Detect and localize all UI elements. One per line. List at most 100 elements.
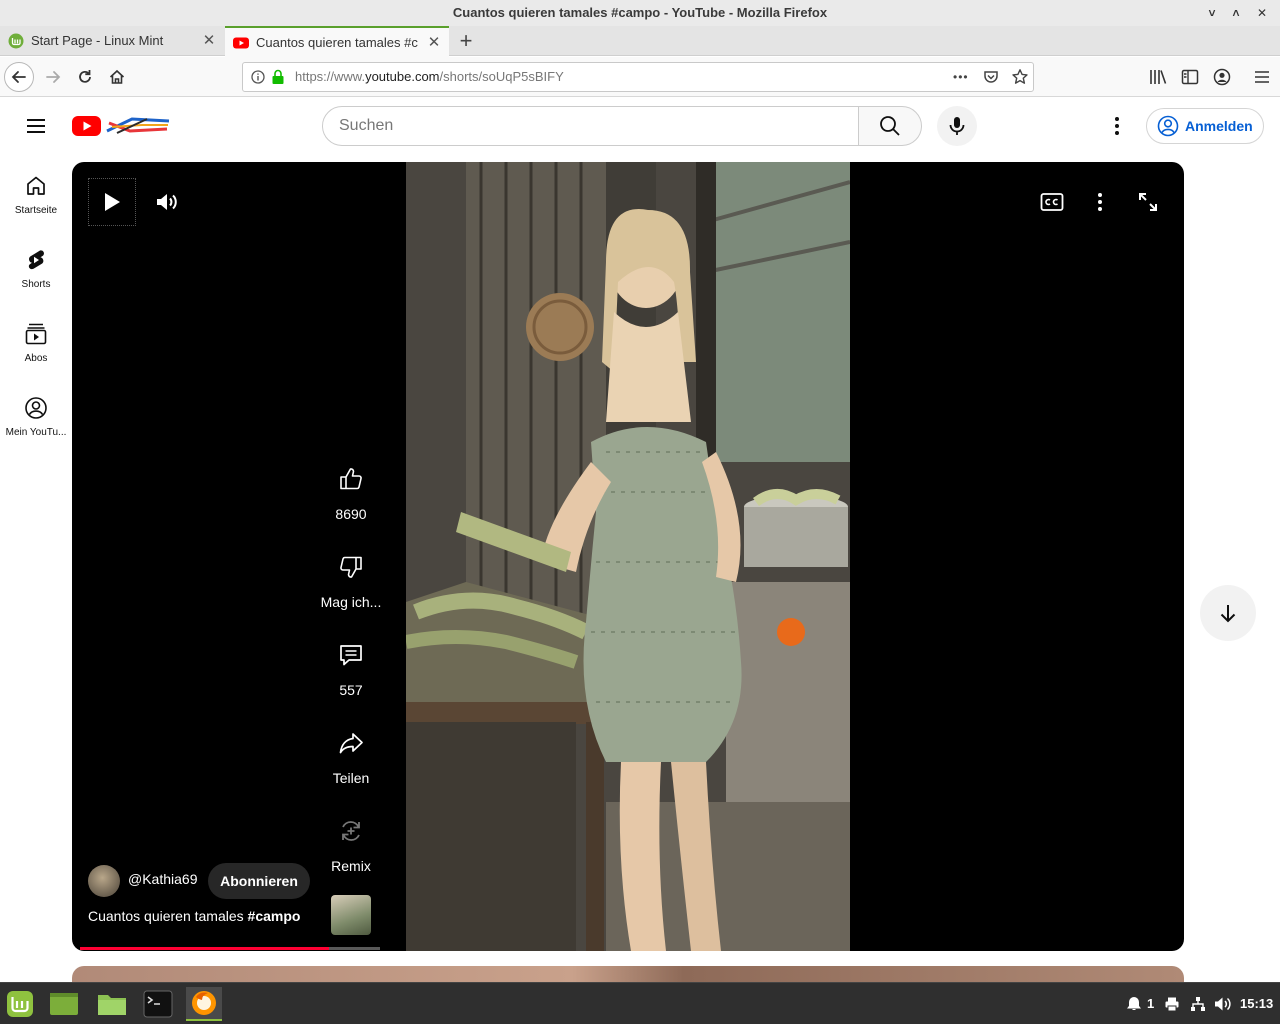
- sign-in-button[interactable]: Anmelden: [1146, 108, 1264, 144]
- share-label: Teilen: [332, 770, 370, 786]
- page-actions-icon[interactable]: •••: [953, 63, 969, 91]
- volume-icon: [157, 194, 177, 210]
- short-title[interactable]: Cuantos quieren tamales #campo: [88, 908, 300, 924]
- subscribe-button[interactable]: Abonnieren: [208, 863, 310, 899]
- show-desktop-button[interactable]: [46, 987, 82, 1021]
- home-icon: [27, 176, 45, 195]
- play-icon: [105, 193, 120, 211]
- fullscreen-button[interactable]: [1124, 178, 1172, 226]
- guide-item-you[interactable]: Mein YouTu...: [0, 396, 72, 470]
- printer-icon[interactable]: [1164, 996, 1180, 1012]
- thumbs-down-icon: [340, 556, 362, 578]
- remix-icon: [342, 821, 360, 841]
- pocket-icon[interactable]: [983, 69, 999, 85]
- library-button[interactable]: [1148, 67, 1168, 87]
- clock[interactable]: 15:13: [1240, 983, 1273, 1025]
- reload-button[interactable]: [70, 62, 100, 92]
- file-manager-button[interactable]: [94, 987, 130, 1021]
- hashtag-link[interactable]: #campo: [248, 908, 301, 924]
- firefox-icon: [192, 991, 216, 1015]
- network-icon[interactable]: [1190, 996, 1206, 1012]
- menu-button[interactable]: [1252, 67, 1272, 87]
- comment-count: 557: [339, 682, 363, 698]
- guide-menu-button[interactable]: [24, 114, 48, 138]
- progress-bar[interactable]: [80, 947, 380, 950]
- guide-item-subscriptions[interactable]: Abos: [0, 322, 72, 396]
- notifications-icon[interactable]: [1126, 996, 1142, 1012]
- share-icon: [339, 733, 363, 754]
- more-vertical-icon: [1098, 193, 1102, 211]
- channel-avatar[interactable]: [88, 865, 120, 897]
- mint-menu-button[interactable]: [2, 987, 38, 1021]
- microphone-icon: [949, 117, 965, 135]
- tab-close-icon[interactable]: ✕: [425, 28, 443, 58]
- share-button[interactable]: Teilen: [316, 730, 386, 786]
- url-bar[interactable]: https://www.youtube.com/shorts/soUqP5sBI…: [242, 62, 1034, 92]
- shorts-icon: [28, 250, 44, 270]
- hamburger-icon: [27, 119, 45, 133]
- minimize-button[interactable]: ˅: [1200, 0, 1224, 26]
- more-vertical-icon: [1115, 117, 1119, 135]
- search-box[interactable]: Suchen: [322, 106, 859, 146]
- comments-button[interactable]: 557: [316, 642, 386, 698]
- youtube-favicon-icon: [233, 37, 249, 49]
- lock-icon[interactable]: [271, 69, 285, 85]
- youtube-masthead: Suchen Anmelden: [0, 98, 1280, 154]
- search-button[interactable]: [858, 106, 922, 146]
- player-more-button[interactable]: [1076, 178, 1124, 226]
- tab-label: Cuantos quieren tamales #c: [256, 35, 418, 50]
- tab-label: Start Page - Linux Mint: [31, 33, 164, 48]
- voice-search-button[interactable]: [937, 106, 977, 146]
- account-circle-icon: [25, 397, 47, 419]
- captions-button[interactable]: [1028, 178, 1076, 226]
- closed-captions-icon: [1040, 193, 1064, 211]
- expand-icon: [1139, 193, 1157, 211]
- notifications-count: 1: [1147, 996, 1155, 1011]
- shorts-player[interactable]: 8690 Mag ich... 557 Teilen Remix @Kathia…: [72, 162, 1184, 951]
- window-titlebar: Cuantos quieren tamales #campo - YouTube…: [0, 0, 1280, 26]
- info-icon[interactable]: [251, 70, 265, 84]
- library-icon: [1150, 70, 1167, 84]
- play-button[interactable]: [88, 178, 136, 226]
- search-input[interactable]: Suchen: [339, 107, 393, 145]
- next-short-button[interactable]: [1200, 585, 1256, 641]
- url-path: /shorts/soUqP5sBIFY: [439, 69, 564, 84]
- comment-icon: [340, 645, 362, 666]
- remix-label: Remix: [331, 858, 371, 874]
- sign-in-label: Anmelden: [1185, 118, 1253, 134]
- firefox-taskbar-button[interactable]: [186, 987, 222, 1021]
- youtube-logo-icon: [72, 116, 170, 136]
- video-frame[interactable]: [406, 162, 850, 951]
- tab-close-icon[interactable]: ✕: [200, 26, 218, 56]
- like-count: 8690: [335, 506, 367, 522]
- tab-youtube-short[interactable]: Cuantos quieren tamales #c ✕: [225, 26, 449, 57]
- sound-thumbnail[interactable]: [331, 895, 371, 935]
- guide-item-shorts[interactable]: Shorts: [0, 248, 72, 322]
- volume-button[interactable]: [144, 178, 192, 226]
- like-button[interactable]: 8690: [316, 466, 386, 522]
- dislike-button[interactable]: Mag ich...: [316, 554, 386, 610]
- forward-button[interactable]: [38, 62, 68, 92]
- remix-button[interactable]: Remix: [316, 818, 386, 874]
- youtube-logo[interactable]: [72, 113, 172, 139]
- progress-fill: [80, 947, 329, 950]
- taskbar: 1 15:13: [0, 982, 1280, 1024]
- guide-item-home[interactable]: Startseite: [0, 174, 72, 248]
- back-button[interactable]: [4, 62, 34, 92]
- terminal-button[interactable]: [140, 987, 176, 1021]
- home-button[interactable]: [102, 62, 132, 92]
- maximize-button[interactable]: ˄: [1224, 0, 1248, 26]
- window-close-button[interactable]: ✕: [1250, 0, 1274, 26]
- tab-start-page[interactable]: Start Page - Linux Mint ✕: [0, 26, 224, 56]
- short-title-text: Cuantos quieren tamales: [88, 908, 248, 924]
- sidebar-button[interactable]: [1180, 67, 1200, 87]
- user-circle-icon: [1157, 115, 1179, 137]
- thumbs-up-icon: [340, 468, 362, 490]
- account-button[interactable]: [1212, 67, 1232, 87]
- bookmark-star-icon[interactable]: [1011, 68, 1029, 86]
- channel-name[interactable]: @Kathia69: [128, 871, 197, 887]
- settings-menu-button[interactable]: [1105, 114, 1129, 138]
- linux-mint-icon: [8, 33, 24, 49]
- new-tab-button[interactable]: +: [452, 26, 480, 56]
- volume-icon[interactable]: [1214, 996, 1232, 1012]
